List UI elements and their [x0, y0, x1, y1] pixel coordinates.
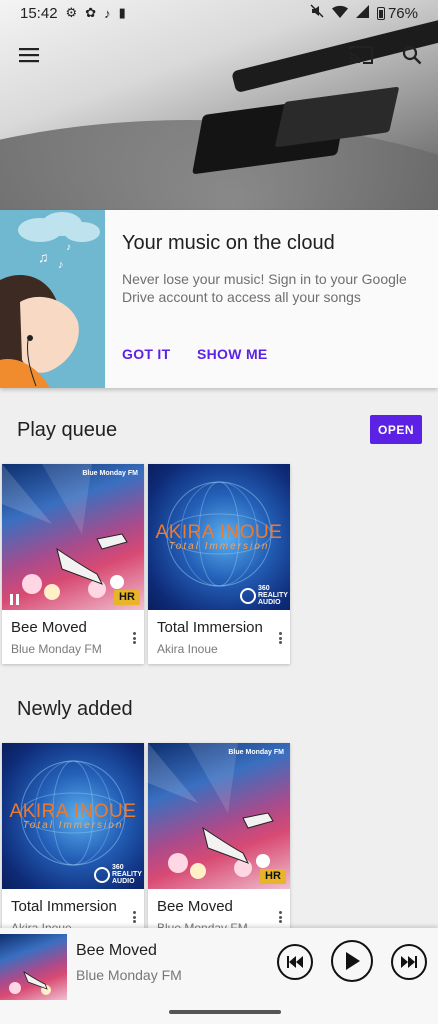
signal-icon	[355, 4, 369, 22]
cloud-illustration: ♫ ♪ ♪	[0, 210, 105, 388]
wifi-icon	[331, 5, 348, 22]
card-title: Bee Moved	[11, 619, 87, 636]
cloud-promo-card: ♫ ♪ ♪ Your music on the cloud Never lose…	[0, 210, 438, 388]
album-art-title: Total Immersion	[168, 541, 270, 552]
next-icon	[401, 956, 417, 968]
queue-card-total-immersion[interactable]: AKIRA INOUE Total Immersion 360 REALITY …	[148, 464, 290, 664]
card-title: Total Immersion	[157, 619, 263, 636]
music-note-icon: ♪	[104, 5, 111, 21]
more-options-icon[interactable]	[128, 909, 140, 925]
cloud-card-title: Your music on the cloud	[122, 232, 335, 254]
cartridge-head	[274, 86, 400, 148]
newly-added-title: Newly added	[17, 698, 133, 720]
menu-button[interactable]	[14, 40, 44, 70]
now-playing-art	[0, 934, 67, 1000]
mute-icon	[310, 4, 324, 22]
got-it-button[interactable]: GOT IT	[122, 346, 170, 362]
album-art: Blue Monday FM HR	[2, 464, 144, 610]
status-bar: 15:42 ⚙ ✿ ♪ ▮ 76%	[0, 0, 438, 26]
app-icon: ✿	[85, 5, 97, 20]
360-label: 360 REALITY AUDIO	[258, 585, 288, 606]
cloud-card-body: Never lose your music! Sign in to your G…	[122, 271, 407, 305]
now-playing-artist: Blue Monday FM	[76, 967, 182, 983]
battery-icon	[376, 6, 385, 20]
previous-button[interactable]	[277, 944, 313, 980]
album-art-title: Total Immersion	[22, 820, 124, 831]
more-options-icon[interactable]	[274, 630, 286, 646]
card-subtitle: Blue Monday FM	[11, 642, 102, 656]
search-icon	[402, 45, 422, 65]
queue-card-bee-moved[interactable]: Blue Monday FM HR Bee Moved Blue Monday …	[2, 464, 144, 664]
sim-icon: ▮	[118, 5, 126, 20]
album-art: AKIRA INOUE Total Immersion 360 REALITY …	[148, 464, 290, 610]
open-queue-button[interactable]: OPEN	[370, 415, 422, 444]
360-reality-audio-badge: 360 REALITY AUDIO	[94, 864, 142, 885]
now-playing-title: Bee Moved	[76, 942, 157, 959]
battery-indicator: 76%	[376, 4, 418, 22]
menu-icon	[19, 48, 39, 63]
360-icon	[240, 587, 256, 604]
search-button[interactable]	[396, 40, 428, 70]
cast-icon	[349, 46, 373, 64]
pause-icon	[10, 594, 19, 605]
more-options-icon[interactable]	[128, 630, 140, 646]
next-button[interactable]	[391, 944, 427, 980]
battery-level: 76%	[387, 4, 418, 22]
360-icon	[94, 866, 110, 883]
header-image	[0, 0, 438, 210]
album-art-label: Blue Monday FM	[82, 470, 138, 477]
play-button[interactable]	[331, 940, 373, 982]
hr-badge: HR	[114, 590, 140, 605]
settings-icon: ⚙	[65, 5, 78, 20]
svg-text:♫: ♫	[38, 249, 49, 265]
album-art: AKIRA INOUE Total Immersion 360 REALITY …	[2, 743, 144, 889]
card-title: Bee Moved	[157, 898, 233, 915]
album-art-label: Blue Monday FM	[228, 749, 284, 756]
gesture-home-bar[interactable]	[169, 1010, 281, 1014]
album-art: Blue Monday FM HR	[148, 743, 290, 889]
svg-text:♪: ♪	[66, 242, 71, 253]
play-icon	[346, 952, 360, 970]
status-time: 15:42	[20, 4, 58, 22]
show-me-button[interactable]: SHOW ME	[197, 346, 268, 362]
more-options-icon[interactable]	[274, 909, 286, 925]
card-title: Total Immersion	[11, 898, 117, 915]
previous-icon	[287, 956, 303, 968]
svg-text:♪: ♪	[58, 259, 64, 271]
cast-button[interactable]	[344, 40, 378, 70]
card-subtitle: Akira Inoue	[157, 642, 218, 656]
360-reality-audio-badge: 360 REALITY AUDIO	[240, 585, 288, 606]
hr-badge: HR	[260, 869, 286, 884]
new-card-bee-moved[interactable]: Blue Monday FM HR Bee Moved Blue Monday …	[148, 743, 290, 943]
360-label: 360 REALITY AUDIO	[112, 864, 142, 885]
mini-player[interactable]: Bee Moved Blue Monday FM	[0, 928, 438, 1024]
new-card-total-immersion[interactable]: AKIRA INOUE Total Immersion 360 REALITY …	[2, 743, 144, 943]
play-queue-title: Play queue	[17, 419, 118, 441]
